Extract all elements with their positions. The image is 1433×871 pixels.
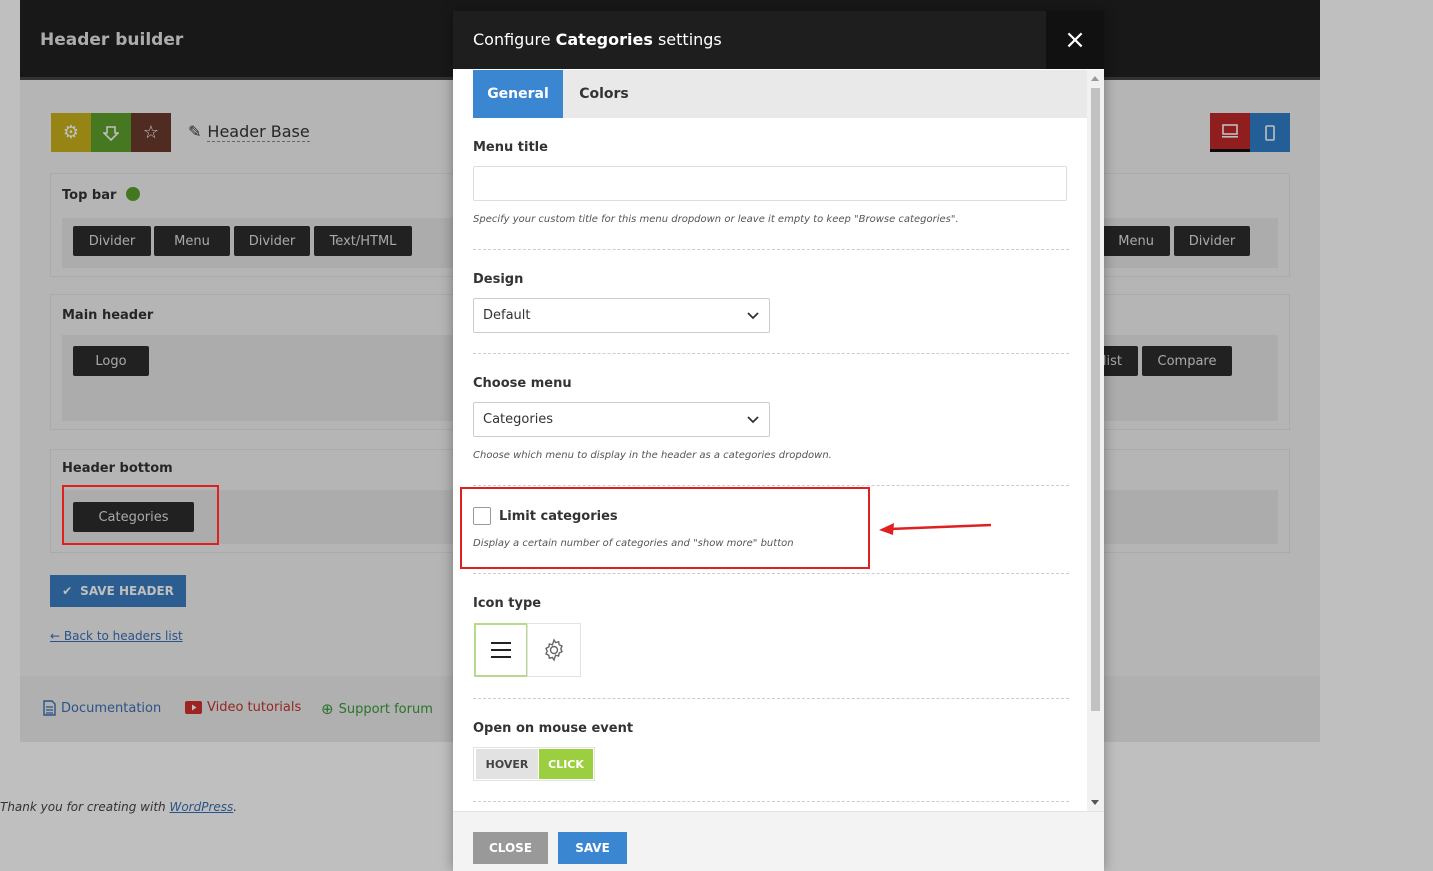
gear-icon [545,638,563,662]
chevron-down-icon [747,416,759,424]
icon-type-label: Icon type [473,596,542,611]
icon-option-hamburger[interactable] [474,623,528,677]
divider [473,801,1069,802]
toggle-click[interactable]: CLICK [539,749,593,779]
element-divider[interactable]: Divider [73,226,151,256]
choose-menu-label: Choose menu [473,376,572,391]
save-header-button[interactable]: ✔ SAVE HEADER [50,575,186,607]
modal-footer: CLOSE SAVE [453,811,1104,871]
modal-tabs: General Colors [473,70,1087,118]
star-icon: ☆ [142,122,160,143]
hamburger-icon [491,642,511,658]
modal-scrollbar[interactable] [1087,70,1104,811]
mobile-view-button[interactable] [1250,113,1290,152]
close-icon: × [1064,25,1086,55]
element-compare[interactable]: Compare [1142,346,1232,376]
documentation-link[interactable]: Documentation [43,700,161,716]
desktop-view-button[interactable] [1210,113,1250,152]
support-forum-link[interactable]: ⊕ Support forum [321,700,433,718]
divider [473,353,1069,354]
design-select[interactable]: Default [473,298,770,333]
tab-general[interactable]: General [473,70,563,118]
menu-title-input[interactable] [473,166,1067,201]
menu-title-label: Menu title [473,140,548,155]
element-menu[interactable]: Menu [154,226,230,256]
save-button[interactable]: SAVE [558,832,627,864]
import-button[interactable] [91,113,131,152]
scroll-thumb[interactable] [1091,88,1100,711]
scroll-up-arrow-icon[interactable] [1091,76,1099,81]
globe-icon: ⊕ [321,700,334,718]
row-label-main-header: Main header [62,308,154,323]
scroll-down-arrow-icon[interactable] [1091,800,1099,805]
document-icon [43,700,56,716]
modal-header: Configure Categories settings × [453,11,1104,69]
close-button[interactable]: CLOSE [473,832,548,864]
back-to-headers-link[interactable]: ← Back to headers list [50,629,183,643]
pencil-icon: ✎ [188,122,202,141]
choose-menu-description: Choose which menu to display in the head… [473,450,832,461]
element-menu[interactable]: Menu [1093,226,1170,256]
mobile-icon [1265,124,1275,141]
design-label: Design [473,272,524,287]
element-logo[interactable]: Logo [73,346,149,376]
element-divider[interactable]: Divider [1174,226,1250,256]
element-text-html[interactable]: Text/HTML [314,226,412,256]
annotation-arrow-icon [879,523,992,535]
divider [473,698,1069,699]
mouse-event-label: Open on mouse event [473,721,634,736]
gear-icon: ⚙ [62,122,80,143]
row-label-top-bar: Top bar [62,188,117,203]
tab-colors[interactable]: Colors [563,70,645,118]
modal-title: Configure Categories settings [473,30,722,49]
header-name[interactable]: ✎ Header Base [188,122,310,142]
page-title: Header builder [40,30,184,50]
divider [473,485,1069,486]
settings-gear-button[interactable]: ⚙ [51,113,91,152]
chevron-down-icon [747,312,759,320]
status-dot [126,187,141,201]
annotation-box-limit [460,487,870,569]
modal-body: Menu title Specify your custom title for… [453,118,1087,810]
icon-option-gear[interactable] [527,623,581,677]
check-icon: ✔ [62,584,73,598]
divider [473,249,1069,250]
toggle-hover[interactable]: HOVER [476,749,538,779]
import-icon [103,125,119,141]
favorite-button[interactable]: ☆ [131,113,171,152]
wp-footer-text: Thank you for creating with WordPress. [0,800,238,814]
video-tutorials-link[interactable]: Video tutorials [185,700,301,715]
choose-menu-select[interactable]: Categories [473,402,770,437]
menu-title-description: Specify your custom title for this menu … [473,214,959,225]
youtube-icon [185,701,202,714]
desktop-icon [1222,124,1238,138]
divider [473,573,1069,574]
element-divider[interactable]: Divider [234,226,310,256]
wordpress-link[interactable]: WordPress [169,800,233,814]
row-label-header-bottom: Header bottom [62,461,173,476]
modal-close-button[interactable]: × [1046,11,1104,69]
configure-modal: Configure Categories settings × General … [453,11,1104,871]
annotation-box-categories [62,485,219,545]
